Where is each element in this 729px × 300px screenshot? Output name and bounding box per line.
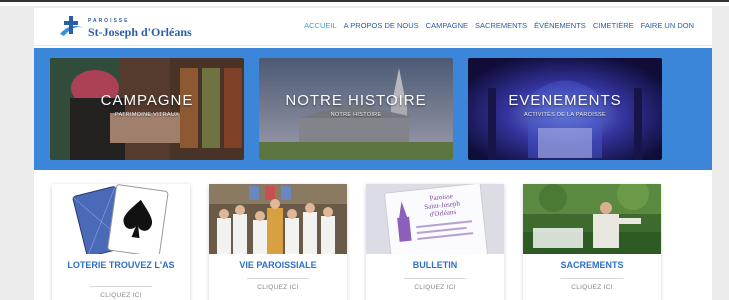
nav-accueil[interactable]: ACCUEIL <box>304 21 337 30</box>
card-link[interactable]: CLIQUEZ ICI <box>523 284 661 291</box>
card-divider <box>90 286 152 287</box>
card-sacrements[interactable]: SACREMENTS CLIQUEZ ICI <box>523 184 661 300</box>
card-bulletin[interactable]: Paroisse Saint-Joseph d'Orléans BULLETIN… <box>366 184 504 300</box>
tile-subtitle: ACTIVITÉS DE LA PAROISSE <box>524 112 606 118</box>
card-link[interactable]: CLIQUEZ ICI <box>209 284 347 291</box>
card-image <box>523 184 661 254</box>
card-link[interactable]: CLIQUEZ ICI <box>52 292 190 299</box>
hero-band: CAMPAGNE PATRIMOINE VITRAUX NOTRE HISTOI… <box>34 48 712 170</box>
logo-small-text: PAROISSE <box>88 18 130 24</box>
card-image <box>209 184 347 254</box>
card-link[interactable]: CLIQUEZ ICI <box>366 284 504 291</box>
cross-logo-icon <box>60 16 84 36</box>
card-loterie[interactable]: LOTERIE TROUVEZ L'AS CLIQUEZ ICI <box>52 184 190 300</box>
card-divider <box>247 278 309 279</box>
site-header: PAROISSE St-Joseph d'Orléans ACCUEIL A P… <box>34 8 712 46</box>
hero-tile-histoire[interactable]: NOTRE HISTOIRE NOTRE HISTOIRE <box>259 58 453 160</box>
hero-tile-evenements[interactable]: EVENEMENTS ACTIVITÉS DE LA PAROISSE <box>468 58 662 160</box>
stained-glass-photo <box>50 58 244 160</box>
nav-evenements[interactable]: ÉVÉNEMENTS <box>534 21 586 30</box>
outdoor-mass-photo <box>523 184 661 254</box>
nav-faire-un-don[interactable]: FAIRE UN DON <box>641 21 694 30</box>
tile-subtitle: NOTRE HISTOIRE <box>330 112 382 118</box>
card-title: BULLETIN <box>412 260 458 270</box>
tile-title: NOTRE HISTOIRE <box>285 92 427 109</box>
altar-servers-photo <box>209 184 347 254</box>
card-title: VIE PAROISSIALE <box>239 260 317 270</box>
card-vie-paroissiale[interactable]: VIE PAROISSIALE CLIQUEZ ICI <box>209 184 347 300</box>
card-title: LOTERIE TROUVEZ L'AS <box>67 260 175 270</box>
top-border <box>0 0 729 6</box>
tile-title: CAMPAGNE <box>100 92 194 109</box>
nav-sacrements[interactable]: SACREMENTS <box>475 21 527 30</box>
main-nav: ACCUEIL A PROPOS DE NOUS CAMPAGNE SACREM… <box>304 21 694 30</box>
site-logo[interactable]: PAROISSE St-Joseph d'Orléans <box>56 14 226 42</box>
logo-name: St-Joseph d'Orléans <box>88 25 192 39</box>
card-divider <box>561 278 623 279</box>
card-image <box>52 184 190 254</box>
hero-tile-campagne[interactable]: CAMPAGNE PATRIMOINE VITRAUX <box>50 58 244 160</box>
nav-a-propos[interactable]: A PROPOS DE NOUS <box>344 21 419 30</box>
church-photo <box>259 58 453 160</box>
bulletin-flyer-image: Paroisse Saint-Joseph d'Orléans <box>366 184 504 254</box>
church-interior-photo <box>468 58 662 160</box>
card-divider <box>404 278 466 279</box>
browser-frame: PAROISSE St-Joseph d'Orléans ACCUEIL A P… <box>0 0 729 300</box>
card-title: SACREMENTS <box>560 260 624 270</box>
web-page: PAROISSE St-Joseph d'Orléans ACCUEIL A P… <box>34 8 712 300</box>
nav-campagne[interactable]: CAMPAGNE <box>426 21 468 30</box>
tile-title: EVENEMENTS <box>508 92 622 109</box>
nav-cimetiere[interactable]: CIMETIÈRE <box>593 21 634 30</box>
ace-of-spades-image <box>52 184 190 254</box>
tile-subtitle: PATRIMOINE VITRAUX <box>114 112 180 118</box>
card-image: Paroisse Saint-Joseph d'Orléans <box>366 184 504 254</box>
